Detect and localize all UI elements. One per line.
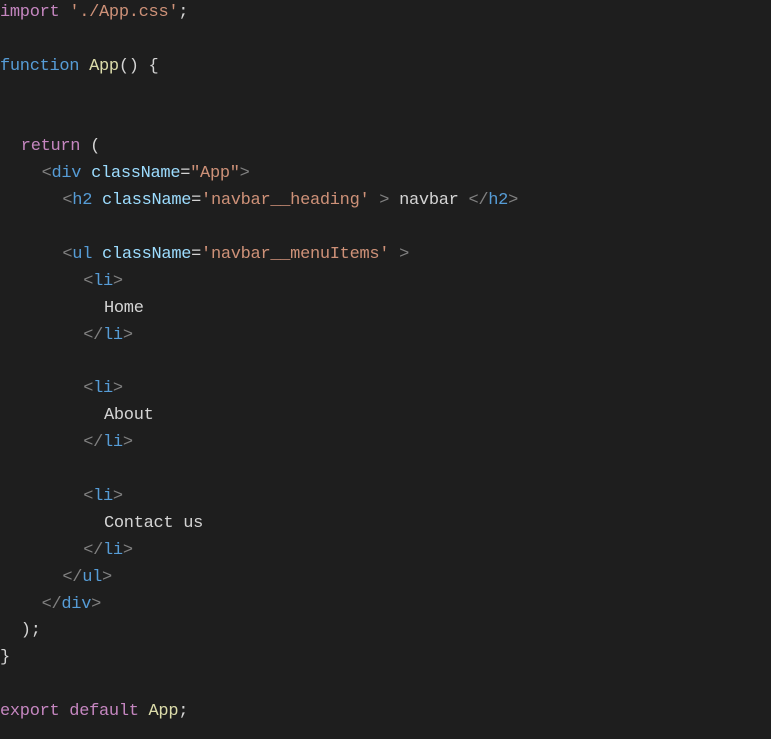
code-line-8[interactable]: <h2 className='navbar__heading' > navbar… [0, 188, 771, 215]
jsx-text-home: Home [104, 298, 144, 318]
tag-close-bracket: > [389, 245, 409, 265]
export-default-keyword: export default [0, 702, 139, 722]
function-signature-punctuation: () { [118, 56, 159, 76]
code-line-2[interactable] [0, 27, 771, 54]
closing-tag-open-bracket: </ [62, 567, 83, 587]
equals-sign: = [180, 164, 191, 184]
closing-tag-open-bracket: </ [83, 540, 103, 560]
jsx-text-about: About [104, 406, 154, 426]
code-editor[interactable]: import './App.css'; function App() { ret… [0, 0, 771, 739]
code-line-14[interactable] [0, 350, 771, 377]
tag-close-bracket: > [112, 487, 123, 507]
code-line-1[interactable]: import './App.css'; [0, 0, 771, 27]
import-keyword: import [0, 3, 60, 22]
code-line-5[interactable] [0, 108, 771, 135]
code-line-13[interactable]: </li> [0, 323, 771, 350]
equals-sign: = [191, 191, 202, 211]
jsx-tag-li: li [93, 487, 113, 507]
jsx-tag-li: li [93, 271, 113, 291]
semicolon: ; [178, 702, 189, 722]
code-line-15[interactable]: <li> [0, 376, 771, 403]
code-line-25[interactable]: } [0, 645, 771, 672]
jsx-attribute-classname: className [91, 164, 181, 184]
close-brace: } [0, 648, 10, 668]
tag-open-bracket: < [41, 164, 52, 184]
import-path-string: './App.css' [69, 3, 179, 22]
code-line-6[interactable]: return ( [0, 134, 771, 161]
code-line-12[interactable]: Home [0, 296, 771, 323]
close-paren-semicolon: ); [20, 621, 41, 641]
function-keyword: function [0, 56, 80, 76]
function-name: App [89, 56, 119, 76]
tag-close-bracket: > [369, 191, 400, 211]
jsx-text-contact-us: Contact us [104, 513, 204, 533]
jsx-tag-div: div [61, 594, 92, 614]
return-keyword: return [20, 137, 81, 157]
tag-open-bracket: < [83, 271, 94, 291]
attribute-value-string: 'navbar__menuItems' [201, 245, 390, 265]
closing-tag-open-bracket: </ [83, 433, 103, 453]
jsx-tag-ul: ul [72, 245, 93, 265]
code-line-4[interactable] [0, 81, 771, 108]
tag-close-bracket: > [508, 191, 518, 211]
code-line-26[interactable] [0, 672, 771, 699]
code-line-23[interactable]: </div> [0, 592, 771, 619]
code-line-16[interactable]: About [0, 403, 771, 430]
closing-tag-open-bracket: </ [83, 325, 103, 345]
code-line-10[interactable]: <ul className='navbar__menuItems' > [0, 242, 771, 269]
code-line-21[interactable]: </li> [0, 538, 771, 565]
jsx-tag-li: li [103, 540, 123, 560]
code-line-17[interactable]: </li> [0, 430, 771, 457]
jsx-text: navbar [399, 191, 459, 211]
jsx-tag-li: li [103, 433, 123, 453]
tag-close-bracket: > [112, 379, 123, 399]
tag-close-bracket: > [102, 567, 112, 587]
closing-tag-open-bracket: </ [468, 191, 489, 211]
tag-close-bracket: > [112, 271, 123, 291]
tag-open-bracket: < [83, 379, 94, 399]
code-line-19[interactable]: <li> [0, 484, 771, 511]
jsx-attribute-classname: className [102, 245, 192, 265]
tag-close-bracket: > [91, 594, 102, 614]
tag-close-bracket: > [122, 325, 133, 345]
tag-close-bracket: > [122, 433, 133, 453]
tag-close-bracket: > [122, 540, 133, 560]
jsx-attribute-classname: className [102, 191, 192, 211]
jsx-tag-h2: h2 [488, 191, 509, 211]
code-content[interactable]: import './App.css'; function App() { ret… [0, 0, 771, 726]
tag-open-bracket: < [62, 245, 73, 265]
open-paren: ( [80, 137, 101, 157]
code-line-22[interactable]: </ul> [0, 565, 771, 592]
code-line-18[interactable] [0, 457, 771, 484]
code-line-11[interactable]: <li> [0, 269, 771, 296]
exported-component-name: App [148, 702, 179, 722]
code-line-20[interactable]: Contact us [0, 511, 771, 538]
jsx-tag-h2: h2 [72, 191, 93, 211]
code-line-3[interactable]: function App() { [0, 54, 771, 81]
jsx-tag-ul: ul [82, 567, 103, 587]
attribute-value-string: 'navbar__heading' [201, 191, 370, 211]
closing-tag-open-bracket: </ [41, 594, 62, 614]
tag-open-bracket: < [62, 191, 73, 211]
code-line-9[interactable] [0, 215, 771, 242]
code-line-7[interactable]: <div className="App"> [0, 161, 771, 188]
tag-close-bracket: > [239, 164, 250, 184]
jsx-tag-li: li [93, 379, 113, 399]
code-line-24[interactable]: ); [0, 618, 771, 645]
jsx-tag-div: div [51, 164, 82, 184]
code-line-27[interactable]: export default App; [0, 699, 771, 726]
equals-sign: = [191, 245, 202, 265]
jsx-tag-li: li [103, 325, 123, 345]
semicolon: ; [178, 3, 189, 22]
attribute-value-string: "App" [190, 164, 240, 184]
tag-open-bracket: < [83, 487, 94, 507]
